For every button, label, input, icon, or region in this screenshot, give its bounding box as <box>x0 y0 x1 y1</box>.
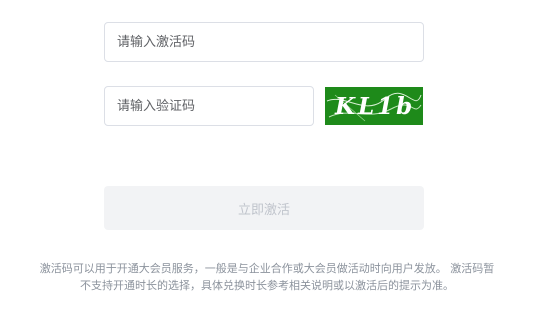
activation-note: 激活码可以用于开通大会员服务，一般是与企业合作或大会员做活动时向用户发放。 激活… <box>0 260 534 294</box>
activation-code-input[interactable] <box>104 22 424 62</box>
activate-now-button[interactable]: 立即激活 <box>104 186 424 230</box>
captcha-image[interactable]: KL1b <box>325 87 423 125</box>
captcha-text: KL1b <box>334 93 415 120</box>
captcha-input[interactable] <box>104 86 314 126</box>
note-line-2: 不支持开通时长的选择，具体兑换时长参考相关说明或以激活后的提示为准。 <box>80 279 454 292</box>
note-line-1: 激活码可以用于开通大会员服务，一般是与企业合作或大会员做活动时向用户发放。 激活… <box>39 262 495 275</box>
